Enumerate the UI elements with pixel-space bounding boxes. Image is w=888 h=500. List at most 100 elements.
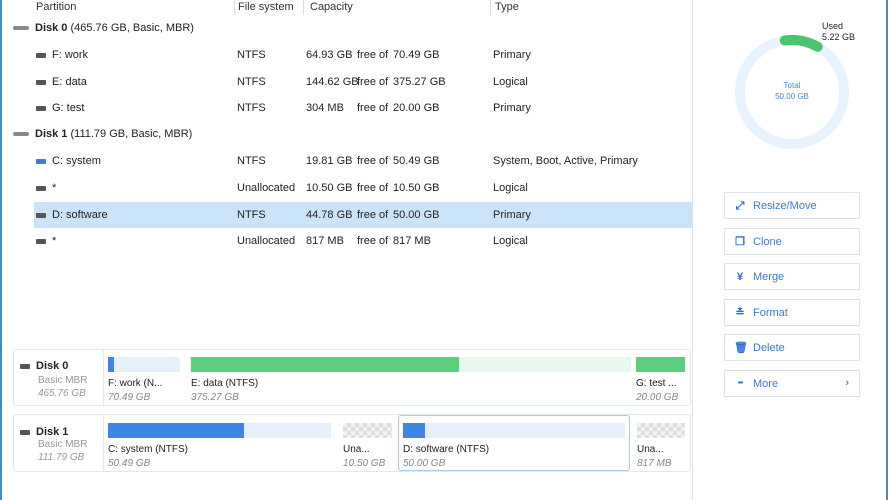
partition-row[interactable]: F: work NTFS 64.93 GB free of 70.49 GB Primar… bbox=[0, 42, 692, 68]
col-type[interactable]: Type bbox=[495, 1, 519, 13]
partition-total: 50.49 GB bbox=[393, 155, 440, 167]
disk-info: (111.79 GB, Basic, MBR) bbox=[70, 128, 193, 140]
partition-bar[interactable] bbox=[108, 357, 180, 372]
partition-name: D: software bbox=[52, 209, 108, 221]
partition-bar-size: 20.00 GB bbox=[636, 392, 679, 403]
disk-icon bbox=[13, 132, 29, 137]
used-fill bbox=[636, 357, 685, 372]
chevron-right-icon: › bbox=[845, 377, 849, 389]
partition-row[interactable]: * Unallocated 10.50 GB free of 10.50 GB Logic… bbox=[0, 175, 692, 201]
partition-bar-label: E: data (NTFS) bbox=[191, 378, 259, 389]
partition-type: Primary bbox=[493, 102, 531, 114]
partition-name: F: work bbox=[52, 49, 89, 61]
col-capacity[interactable]: Capacity bbox=[310, 1, 353, 13]
partition-bar[interactable] bbox=[637, 423, 685, 438]
partition-free: 10.50 GB bbox=[306, 182, 353, 194]
partition-total: 20.00 GB bbox=[393, 102, 440, 114]
partition-name: * bbox=[52, 182, 57, 194]
partition-type: Logical bbox=[493, 76, 528, 88]
partition-freeof: free of bbox=[357, 209, 389, 221]
partition-name: G: test bbox=[52, 102, 85, 114]
resize-icon: ⤢ bbox=[735, 200, 745, 212]
clone-button[interactable]: ❐ Clone bbox=[724, 228, 860, 255]
disk-info: (465.76 GB, Basic, MBR) bbox=[70, 22, 194, 34]
partition-name-cell: * bbox=[36, 182, 56, 194]
disk-icon bbox=[20, 363, 30, 369]
disk-name: Disk 1 bbox=[36, 426, 69, 438]
partition-free: 817 MB bbox=[306, 235, 344, 247]
col-separator[interactable] bbox=[303, 0, 304, 15]
partition-name-cell: F: work bbox=[36, 49, 88, 61]
partition-name-cell: C: system bbox=[36, 155, 101, 167]
merge-button[interactable]: ¥ Merge bbox=[724, 263, 860, 290]
partition-row[interactable]: D: software NTFS 44.78 GB free of 50.00 GB Pr… bbox=[34, 202, 692, 228]
drive-icon bbox=[36, 212, 46, 218]
partition-free: 44.78 GB bbox=[306, 209, 353, 221]
action-label: Delete bbox=[753, 342, 785, 354]
partition-freeof: free of bbox=[357, 102, 389, 114]
panel-divider bbox=[692, 0, 693, 500]
total-label: Total bbox=[783, 81, 801, 90]
total-value: 50.00 GB bbox=[775, 92, 809, 101]
partition-bar-size: 50.00 GB bbox=[403, 458, 446, 469]
partition-fs: NTFS bbox=[237, 155, 266, 167]
used-fill bbox=[191, 357, 460, 372]
partition-fs: NTFS bbox=[237, 209, 266, 221]
partition-row[interactable]: C: system NTFS 19.81 GB free of 50.49 GB Syst… bbox=[0, 148, 692, 174]
partition-name-cell: G: test bbox=[36, 102, 84, 114]
partition-freeof: free of bbox=[357, 155, 389, 167]
partition-total: 50.00 GB bbox=[393, 209, 440, 221]
partition-type: Logical bbox=[493, 182, 528, 194]
partition-bar-label: Una... bbox=[637, 444, 664, 455]
partition-bar[interactable] bbox=[191, 357, 631, 372]
disk-size: 111.79 GB bbox=[38, 452, 85, 463]
disk-name: Disk 0 bbox=[35, 22, 68, 34]
partition-bar-label: Una... bbox=[343, 444, 370, 455]
more-button[interactable]: ••• More › bbox=[724, 370, 860, 397]
partition-name: E: data bbox=[52, 76, 87, 88]
partition-bar-label: F: work (N... bbox=[108, 378, 163, 389]
partition-row[interactable]: * Unallocated 817 MB free of 817 MB Logical bbox=[0, 228, 692, 254]
disk-icon bbox=[13, 26, 29, 31]
merge-icon: ¥ bbox=[736, 271, 744, 283]
partition-type: Primary bbox=[493, 209, 531, 221]
disk-row[interactable]: Disk 0 (465.76 GB, Basic, MBR) bbox=[0, 15, 692, 41]
format-button[interactable]: ≛ Format bbox=[724, 299, 860, 326]
used-value: 5.22 GB bbox=[822, 32, 856, 42]
partition-bar[interactable] bbox=[343, 423, 392, 438]
disk-type: Basic MBR bbox=[38, 375, 88, 386]
partition-name-cell: D: software bbox=[36, 209, 108, 221]
partition-name: * bbox=[52, 235, 57, 247]
delete-button[interactable]: 🗑 Delete bbox=[724, 334, 860, 361]
used-fill bbox=[108, 423, 245, 438]
action-label: Merge bbox=[753, 271, 785, 283]
col-separator[interactable] bbox=[490, 0, 491, 15]
partition-bar[interactable] bbox=[403, 423, 625, 438]
donut-used-arc bbox=[779, 35, 823, 52]
partition-fs: NTFS bbox=[237, 102, 266, 114]
partition-bar[interactable] bbox=[108, 423, 331, 438]
disk-size: 465.76 GB bbox=[38, 388, 86, 399]
trash-icon: 🗑 bbox=[734, 342, 748, 354]
action-label: Format bbox=[753, 307, 788, 319]
partition-free: 19.81 GB bbox=[306, 155, 353, 167]
partition-row[interactable]: G: test NTFS 304 MB free of 20.00 GB Primary bbox=[0, 95, 692, 121]
partition-bar-label: G: test ... bbox=[636, 378, 677, 389]
partition-name-cell: * bbox=[36, 235, 56, 247]
col-partition[interactable]: Partition bbox=[36, 1, 76, 13]
partition-fs: NTFS bbox=[237, 76, 266, 88]
partition-row[interactable]: E: data NTFS 144.62 GB free of 375.27 GB Logi… bbox=[0, 69, 692, 95]
partition-freeof: free of bbox=[357, 182, 389, 194]
partition-freeof: free of bbox=[357, 49, 389, 61]
col-filesystem[interactable]: File system bbox=[238, 1, 294, 13]
col-separator[interactable] bbox=[234, 0, 235, 15]
drive-icon bbox=[36, 185, 46, 191]
clone-icon: ❐ bbox=[735, 236, 745, 248]
partition-name-cell: E: data bbox=[36, 76, 87, 88]
disk-row[interactable]: Disk 1 (111.79 GB, Basic, MBR) bbox=[0, 121, 692, 147]
partition-bar[interactable] bbox=[636, 357, 685, 372]
partition-bar-label: D: software (NTFS) bbox=[403, 444, 490, 455]
resize-move-button[interactable]: ⤢ Resize/Move bbox=[724, 192, 860, 219]
partition-type: Primary bbox=[493, 49, 531, 61]
partition-bar-size: 50.49 GB bbox=[108, 458, 151, 469]
